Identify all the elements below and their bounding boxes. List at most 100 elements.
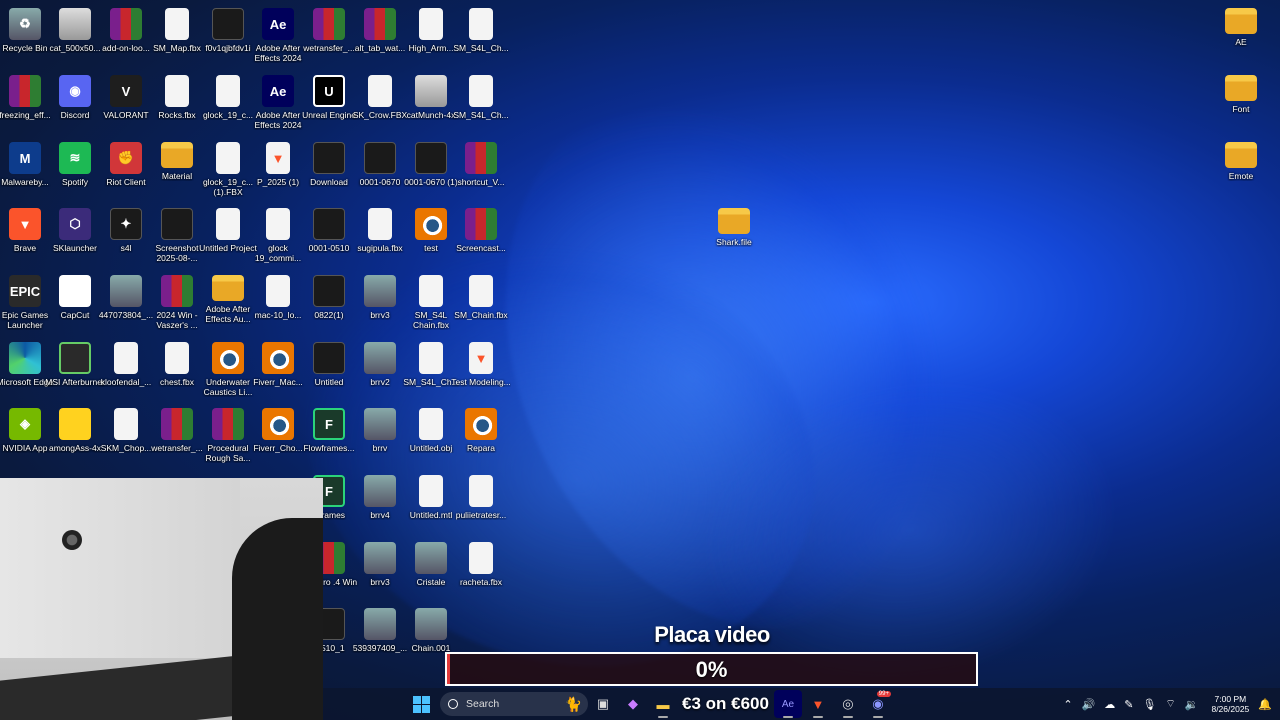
desktop-icon[interactable]: racheta.fbx — [451, 538, 511, 602]
discord-taskbar-icon[interactable]: ◉ 99+ — [864, 690, 892, 718]
winrar-icon — [465, 208, 497, 240]
cat-image-icon — [59, 8, 91, 40]
desktop-icon[interactable]: puliietratesr... — [451, 471, 511, 535]
speaker-icon[interactable]: 🔊 — [1082, 698, 1096, 711]
file-icon — [114, 342, 138, 374]
file-icon — [216, 75, 240, 107]
capcut-icon: ✂ — [59, 275, 91, 307]
desktop-icon[interactable]: SM_S4L_Ch... — [451, 71, 511, 135]
webcam-bed — [0, 655, 240, 720]
desktop-icon[interactable]: Font — [1211, 71, 1271, 135]
file-icon — [266, 275, 290, 307]
desktop-icon[interactable]: AE — [1211, 4, 1271, 68]
cat-image-icon — [415, 75, 447, 107]
video-thumbnail-icon — [313, 142, 345, 174]
brave-taskbar-icon[interactable]: ▼ — [804, 690, 832, 718]
desktop-icon-label: racheta.fbx — [459, 577, 503, 587]
desktop-icon[interactable]: SM_S4L_Ch... — [451, 4, 511, 68]
file-icon — [469, 542, 493, 574]
after-effects-icon: Ae — [262, 75, 294, 107]
clock[interactable]: 7:00 PM 8/26/2025 — [1211, 694, 1249, 714]
desktop-icon-label: puliietratesr... — [455, 510, 507, 520]
winrar-icon — [161, 408, 193, 440]
system-tray: ⌃ 🔊 ☁ ✎ 🎙 ⌔ 🔉 7:00 PM 8/26/2025 🔔 — [1063, 694, 1280, 714]
webcam-door — [0, 478, 240, 658]
after-effects-taskbar-icon[interactable]: Ae — [773, 690, 802, 718]
desktop-icon-label: shortcut_V... — [457, 177, 505, 187]
webcam-door-knob — [62, 530, 82, 550]
desktop-icon[interactable]: SM_Chain.fbx — [451, 271, 511, 335]
desktop-icon[interactable]: Repara — [451, 404, 511, 468]
spotify-icon: ≋ — [59, 142, 91, 174]
copilot-icon[interactable]: ◆ — [619, 690, 647, 718]
riot-client-icon: ✊ — [110, 142, 142, 174]
desktop-icon[interactable]: ▼ Test Modeling... — [451, 338, 511, 402]
wifi-icon[interactable]: ⌔ — [1165, 697, 1175, 711]
file-explorer-icon[interactable]: ▬ — [649, 690, 677, 718]
file-icon — [469, 475, 493, 507]
nvidia-icon: ◈ — [9, 408, 41, 440]
desktop-icon-label: AE — [1235, 37, 1247, 47]
winrar-icon — [313, 8, 345, 40]
file-icon — [469, 8, 493, 40]
file-icon — [216, 208, 240, 240]
volume-icon[interactable]: 🔉 — [1185, 698, 1199, 711]
desktop-icon-label: Shark.file — [716, 237, 752, 247]
task-view-icon[interactable]: ▣ — [589, 690, 617, 718]
video-thumbnail-icon — [212, 8, 244, 40]
image-icon — [364, 608, 396, 640]
file-icon — [419, 275, 443, 307]
notification-bell-icon[interactable]: 🔔 — [1258, 698, 1272, 711]
discord-icon: ◉ — [59, 75, 91, 107]
desktop-icon-label: SM_Chain.fbx — [454, 310, 508, 320]
msi-afterburner-icon — [59, 342, 91, 374]
image-icon — [364, 475, 396, 507]
blender-icon — [262, 342, 294, 374]
desktop-icon[interactable]: Emote — [1211, 138, 1271, 202]
folder-icon — [1225, 8, 1257, 34]
file-icon — [419, 342, 443, 374]
microphone-icon[interactable]: 🎙 — [1142, 698, 1156, 711]
edge-icon — [9, 342, 41, 374]
winrar-icon — [364, 8, 396, 40]
sklauncher-icon: ⬡ — [59, 208, 91, 240]
image-icon — [415, 542, 447, 574]
network-cloud-icon[interactable]: ☁ — [1104, 698, 1115, 711]
desktop-icon[interactable]: Shark.file — [704, 204, 764, 268]
folder-icon — [161, 142, 193, 168]
taskbar-search-box[interactable]: Search 🐈 — [440, 692, 588, 716]
winrar-icon — [110, 8, 142, 40]
overlay-goal-title: Placa video — [654, 622, 770, 647]
image-icon — [364, 275, 396, 307]
malwarebytes-icon: M — [9, 142, 41, 174]
winrar-icon — [9, 75, 41, 107]
file-icon — [266, 208, 290, 240]
folder-icon — [1225, 75, 1257, 101]
pen-icon[interactable]: ✎ — [1124, 698, 1133, 711]
desktop-icon-label: Screencast... — [456, 243, 506, 253]
file-icon — [419, 8, 443, 40]
donation-goal-text: €3 on €600 — [682, 694, 769, 713]
webcam-person — [232, 518, 323, 720]
file-icon — [165, 75, 189, 107]
clock-date: 8/26/2025 — [1211, 704, 1250, 714]
obs-taskbar-icon[interactable]: ◎ — [834, 690, 862, 718]
goal-progress-text: 0% — [695, 657, 728, 682]
video-thumbnail-icon — [415, 142, 447, 174]
desktop-icon[interactable]: shortcut_V... — [451, 138, 511, 202]
chevron-up-icon[interactable]: ⌃ — [1063, 698, 1072, 711]
start-button[interactable] — [407, 690, 435, 718]
webcam-overlay — [0, 478, 323, 720]
after-effects-icon: Ae — [262, 8, 294, 40]
search-highlight-cat-icon: 🐈 — [564, 695, 582, 712]
brave-icon: ▼ — [9, 208, 41, 240]
desktop-icon-label: Repara — [467, 443, 495, 453]
file-icon — [368, 75, 392, 107]
search-placeholder: Search — [466, 698, 500, 710]
blender-icon — [212, 342, 244, 374]
brave-file-icon: ▼ — [266, 142, 290, 174]
search-icon — [448, 699, 458, 709]
s4l-icon: ✦ — [110, 208, 142, 240]
file-icon — [114, 408, 138, 440]
desktop-icon[interactable]: Screencast... — [451, 204, 511, 268]
